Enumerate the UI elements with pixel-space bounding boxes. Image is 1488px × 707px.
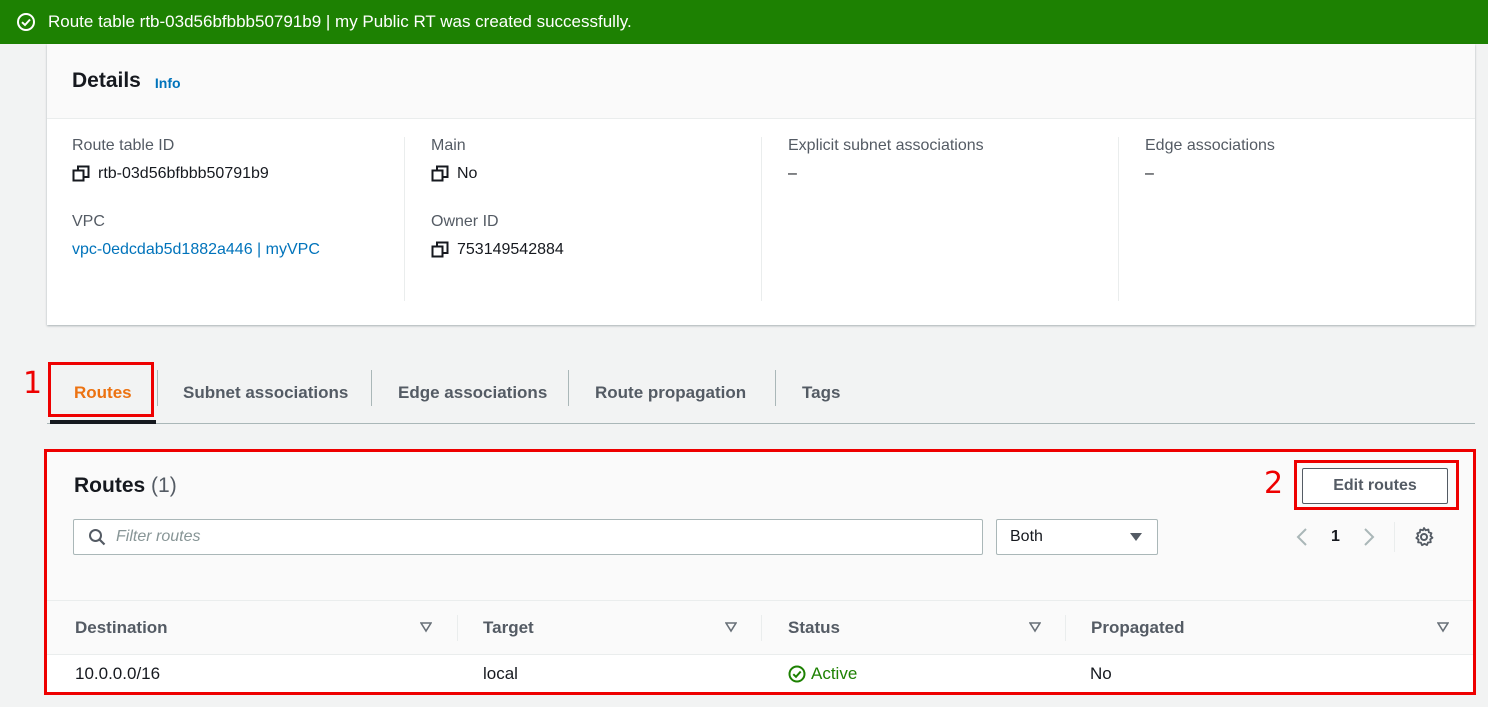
info-link[interactable]: Info — [155, 75, 181, 91]
copy-icon[interactable] — [431, 165, 449, 183]
flash-message: Route table rtb-03d56bfbbb50791b9 | my P… — [48, 12, 632, 31]
annotation-number-1: 1 — [23, 366, 43, 401]
edge-associations-value: – — [1145, 165, 1154, 182]
tab-edge-associations[interactable]: Edge associations — [398, 362, 547, 424]
route-table-id-label: Route table ID — [72, 137, 175, 154]
main-label: Main — [431, 137, 466, 154]
vpc-label: VPC — [72, 213, 105, 230]
edge-associations-label: Edge associations — [1145, 137, 1275, 154]
main-value: No — [431, 165, 761, 183]
tab-divider — [157, 370, 158, 406]
tab-divider — [568, 370, 569, 406]
route-table-id-value: rtb-03d56bfbbb50791b9 — [72, 165, 402, 183]
active-tab-indicator — [50, 420, 156, 424]
tab-route-propagation[interactable]: Route propagation — [595, 362, 746, 424]
details-column-4: Edge associations – — [1118, 137, 1475, 301]
details-column-1: Route table ID rtb-03d56bfbbb50791b9 VPC… — [72, 137, 402, 301]
annotation-box-routes-tab — [48, 362, 154, 417]
details-title: Details — [72, 69, 141, 92]
tab-tags[interactable]: Tags — [802, 362, 840, 424]
tab-divider — [371, 370, 372, 406]
annotation-box-routes-panel — [44, 449, 1476, 695]
annotation-number-2: 2 — [1264, 466, 1284, 501]
success-check-icon — [17, 13, 35, 31]
details-column-3: Explicit subnet associations – — [761, 137, 1118, 301]
details-header: Details Info — [47, 44, 1475, 119]
success-flash-banner: Route table rtb-03d56bfbbb50791b9 | my P… — [0, 0, 1488, 44]
copy-icon[interactable] — [72, 165, 90, 183]
explicit-subnet-value: – — [788, 165, 797, 182]
owner-id-value: 753149542884 — [431, 241, 761, 259]
details-panel: Details Info Route table ID rtb-03d56bfb… — [47, 44, 1475, 325]
annotation-box-edit-routes — [1294, 460, 1459, 510]
explicit-subnet-label: Explicit subnet associations — [788, 137, 984, 154]
owner-id-label: Owner ID — [431, 213, 499, 230]
tab-divider — [775, 370, 776, 406]
details-column-2: Main No Owner ID 753149542884 — [404, 137, 761, 301]
tab-subnet-associations[interactable]: Subnet associations — [183, 362, 348, 424]
vpc-link[interactable]: vpc-0edcdab5d1882a446 | myVPC — [72, 241, 402, 259]
tab-bar: Routes Subnet associations Edge associat… — [47, 362, 1475, 424]
copy-icon[interactable] — [431, 241, 449, 259]
